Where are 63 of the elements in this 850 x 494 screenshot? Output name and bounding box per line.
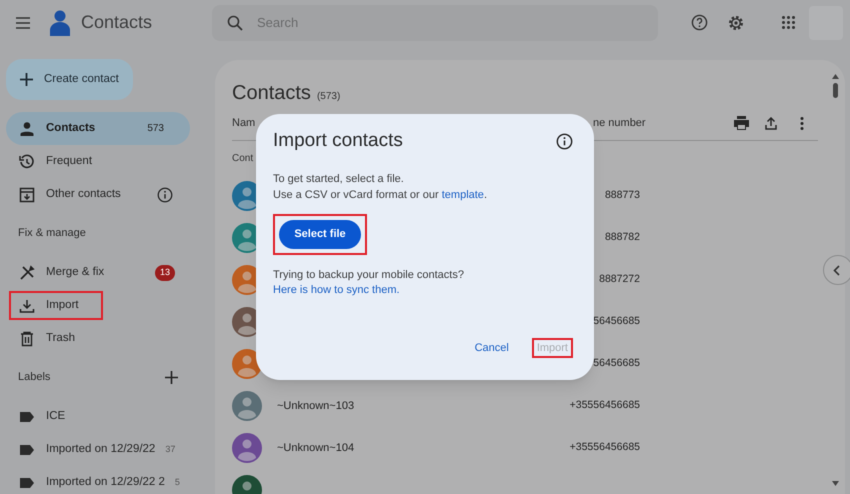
phone-number: 8887272 bbox=[598, 272, 640, 288]
add-label-icon[interactable] bbox=[165, 371, 178, 384]
section-heading: Labels bbox=[18, 370, 50, 386]
search-field[interactable]: Search bbox=[212, 4, 658, 40]
sync-text: Trying to backup your mobile contacts? Here is how to sync them. bbox=[273, 268, 465, 298]
format-text: Use a CSV or vCard format or our template. bbox=[273, 188, 487, 203]
phone-number: +35556456685 bbox=[568, 398, 640, 414]
apps-grid-icon[interactable] bbox=[782, 16, 795, 29]
download-icon bbox=[19, 298, 35, 314]
select-file-button[interactable]: Select file bbox=[279, 220, 361, 249]
count-badge: 13 bbox=[154, 264, 175, 280]
sidebar-item[interactable]: Merge & fix 13 bbox=[6, 256, 190, 289]
trash-icon bbox=[19, 330, 35, 346]
sidebar-item[interactable]: Frequent bbox=[6, 145, 190, 178]
search-icon bbox=[227, 14, 243, 30]
archive-icon bbox=[19, 186, 35, 202]
phone-number: 888773 bbox=[604, 188, 640, 204]
contact-name: ~Unknown~104 bbox=[277, 440, 356, 456]
tools-icon bbox=[19, 264, 35, 280]
phone-number: 56456685 bbox=[592, 314, 640, 330]
contact-name: ~Unknown~103 bbox=[277, 398, 356, 414]
sync-help-link[interactable]: Here is how to sync them. bbox=[273, 284, 400, 296]
phone-number: +35556456685 bbox=[568, 440, 640, 456]
sidebar-item[interactable]: Trash bbox=[6, 322, 190, 355]
item-count: 5 bbox=[174, 476, 180, 489]
template-link[interactable]: template bbox=[442, 189, 484, 201]
dialog-action-button[interactable]: Cancel bbox=[472, 340, 512, 356]
scrollbar-thumb[interactable] bbox=[833, 83, 838, 98]
print-icon[interactable] bbox=[734, 116, 749, 130]
contact-count: (573) bbox=[316, 90, 340, 104]
sidebar-item[interactable]: ICE bbox=[6, 400, 190, 433]
menu-icon[interactable] bbox=[15, 14, 31, 30]
create-contact-button[interactable]: Create contact bbox=[6, 59, 133, 100]
sidebar-item[interactable]: Contacts 573 bbox=[6, 112, 190, 145]
person-icon bbox=[19, 120, 35, 136]
sidebar-item[interactable]: Imported on 12/29/22 37 bbox=[6, 433, 190, 466]
plus-icon bbox=[20, 73, 33, 86]
info-icon[interactable] bbox=[556, 132, 573, 150]
intro-text: To get started, select a file. bbox=[273, 172, 404, 187]
info-icon[interactable] bbox=[157, 186, 173, 202]
column-header[interactable]: ne number bbox=[593, 114, 646, 132]
section-heading: Fix & manage bbox=[18, 226, 86, 242]
upload-icon[interactable] bbox=[765, 116, 777, 130]
dialog-title: Import contacts bbox=[273, 128, 403, 153]
page-title: Contacts bbox=[232, 81, 311, 106]
sidebar-item[interactable]: Import bbox=[11, 289, 101, 322]
history-icon bbox=[19, 154, 35, 170]
section-label: Cont bbox=[232, 152, 254, 166]
item-count: 573 bbox=[147, 122, 164, 136]
scroll-down-arrow-icon[interactable] bbox=[832, 481, 839, 486]
phone-number: 56456685 bbox=[592, 356, 640, 372]
chevron-left-icon bbox=[833, 264, 840, 276]
more-options-icon[interactable] bbox=[800, 116, 804, 130]
phone-number: 888782 bbox=[604, 230, 640, 246]
item-count: 37 bbox=[165, 442, 176, 456]
help-icon[interactable] bbox=[691, 14, 708, 31]
sidebar-item[interactable]: Imported on 12/29/22 2 5 bbox=[6, 466, 190, 494]
sidebar-item[interactable]: Other contacts bbox=[6, 178, 190, 211]
column-header[interactable]: Nam bbox=[232, 114, 256, 132]
person-logo-icon bbox=[49, 10, 71, 36]
app-title: Contacts bbox=[81, 11, 152, 34]
settings-icon[interactable] bbox=[727, 14, 745, 32]
scroll-up-arrow-icon[interactable] bbox=[832, 74, 839, 79]
